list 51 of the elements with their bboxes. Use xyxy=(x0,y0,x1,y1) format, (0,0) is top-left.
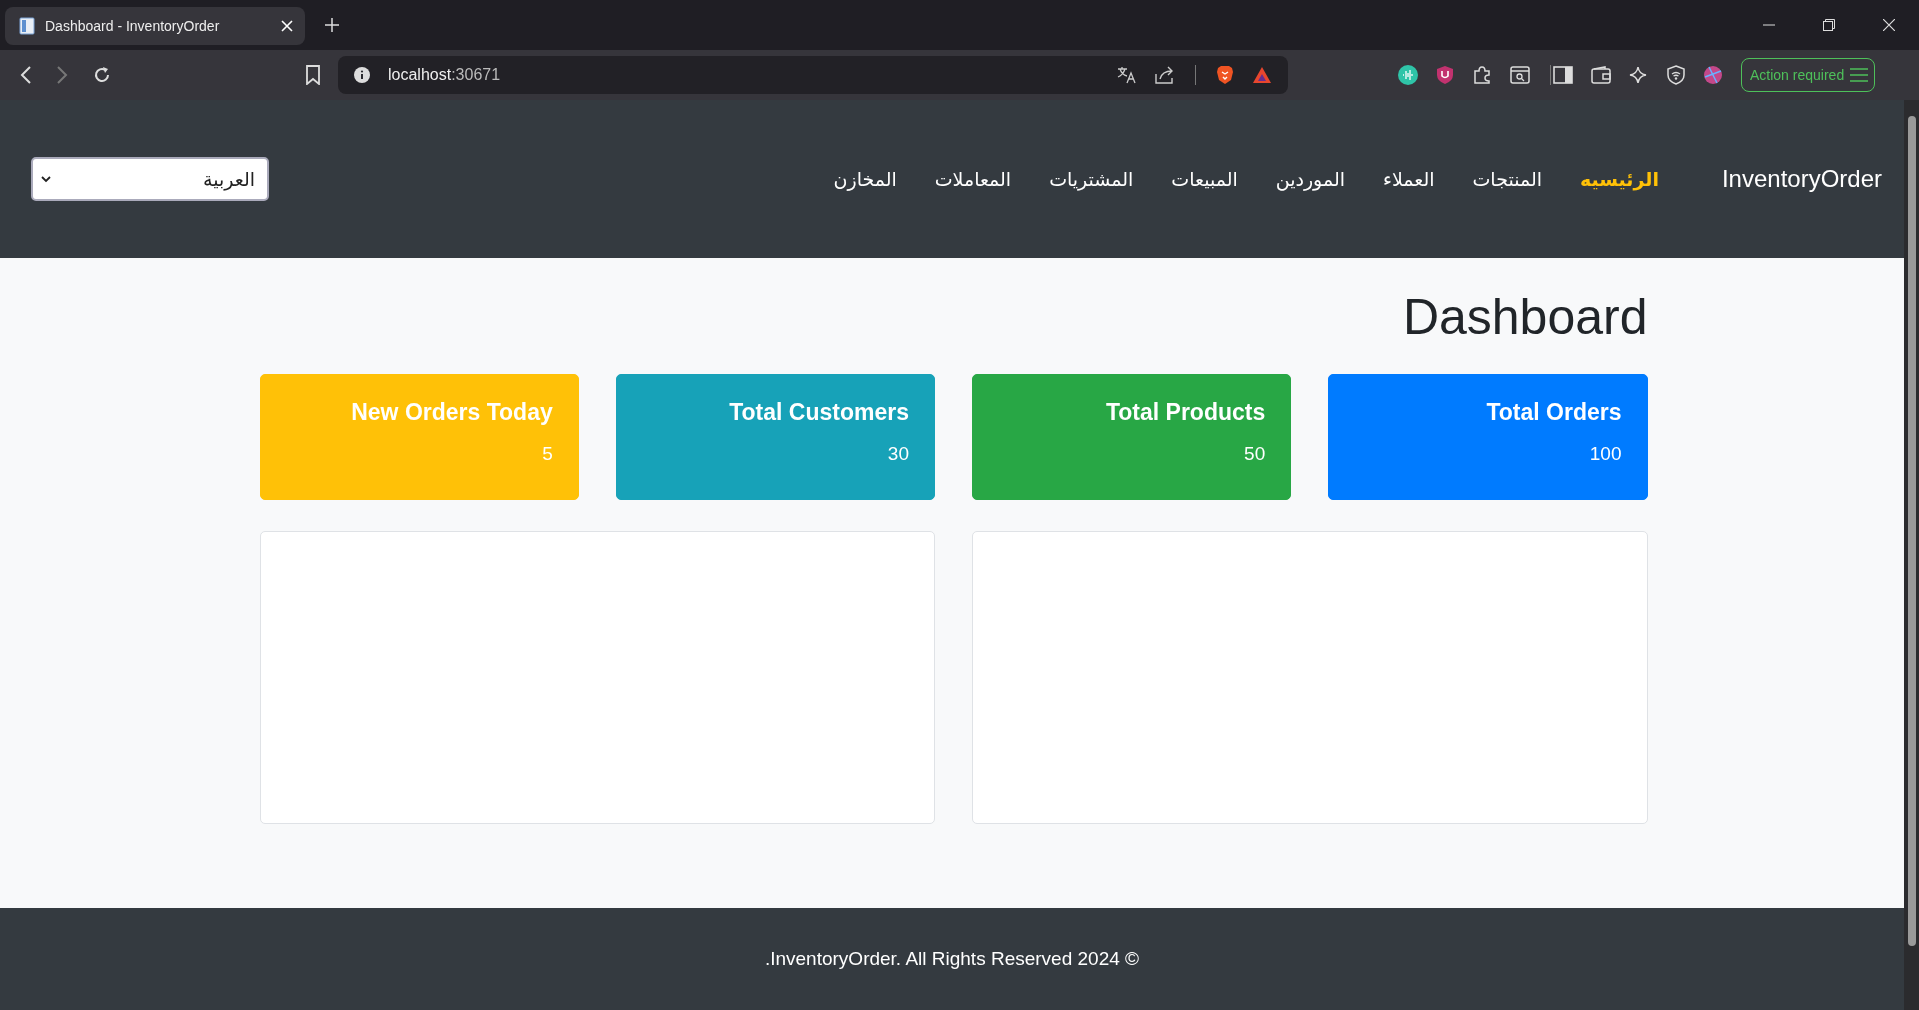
card-title: New Orders Today xyxy=(351,399,553,426)
card-title: Total Orders xyxy=(1486,399,1622,426)
globe-icon[interactable] xyxy=(1703,65,1723,85)
nav-link[interactable]: المخازن xyxy=(833,168,897,190)
nav-link[interactable]: المنتجات xyxy=(1472,168,1542,190)
nav-link[interactable]: المعاملات xyxy=(934,168,1012,190)
share-icon[interactable] xyxy=(1155,66,1175,84)
nav-link[interactable]: الرئيسيه xyxy=(1579,168,1659,190)
search-window-icon[interactable] xyxy=(1510,66,1530,84)
sound-wave-icon[interactable] xyxy=(1398,65,1418,85)
wallet-icon[interactable] xyxy=(1591,66,1611,84)
sparkle-icon[interactable] xyxy=(1629,65,1649,85)
bookmark-icon[interactable] xyxy=(306,65,320,85)
card-title: Total Products xyxy=(1105,399,1266,426)
sidebar-icon[interactable] xyxy=(1553,66,1573,84)
language-select[interactable]: العربية xyxy=(31,157,269,201)
shield-wifi-icon[interactable] xyxy=(1667,65,1685,85)
url-text: localhost:30671 xyxy=(388,66,501,84)
new-tab-icon[interactable] xyxy=(325,18,339,32)
tab-title: Dashboard - InventoryOrder xyxy=(45,18,221,34)
reload-icon[interactable] xyxy=(92,65,112,85)
shield-icon[interactable] xyxy=(1436,65,1454,85)
forward-icon[interactable] xyxy=(56,66,68,84)
card-value: 30 xyxy=(887,443,909,465)
copyright-text: .InventoryOrder. All Rights Reserved 2024 © xyxy=(764,948,1140,970)
chevron-down-icon xyxy=(41,175,51,183)
scroll-thumb[interactable] xyxy=(1907,116,1916,946)
translate-icon[interactable] xyxy=(1117,66,1137,84)
card-value: 50 xyxy=(1244,443,1266,465)
back-icon[interactable] xyxy=(20,66,32,84)
action-required-button[interactable]: Action required xyxy=(1741,58,1876,92)
menu-icon[interactable] xyxy=(1850,68,1869,82)
scrollbar[interactable] xyxy=(1904,100,1919,1010)
page-icon xyxy=(19,17,35,35)
restore-icon[interactable] xyxy=(1823,19,1835,31)
nav-link[interactable]: الموردين xyxy=(1275,168,1345,190)
close-icon[interactable] xyxy=(1883,19,1895,31)
nav-link[interactable]: المشتريات xyxy=(1049,168,1134,190)
puzzle-icon[interactable] xyxy=(1472,65,1492,85)
brand-link[interactable]: InventoryOrder xyxy=(1721,165,1882,193)
triangle-icon[interactable] xyxy=(1252,66,1272,84)
card-value: 5 xyxy=(542,443,553,465)
page-title: Dashboard xyxy=(1401,288,1648,346)
nav-link[interactable]: العملاء xyxy=(1383,168,1435,190)
nav-link[interactable]: المبيعات xyxy=(1171,168,1238,190)
lion-shield-icon[interactable] xyxy=(1216,65,1234,85)
address-bar[interactable]: localhost:30671 xyxy=(338,56,1288,94)
info-icon[interactable] xyxy=(354,67,370,83)
card-value: 100 xyxy=(1589,443,1622,465)
card-title: Total Customers xyxy=(729,399,909,426)
browser-tab[interactable]: Dashboard - InventoryOrder xyxy=(5,7,305,45)
